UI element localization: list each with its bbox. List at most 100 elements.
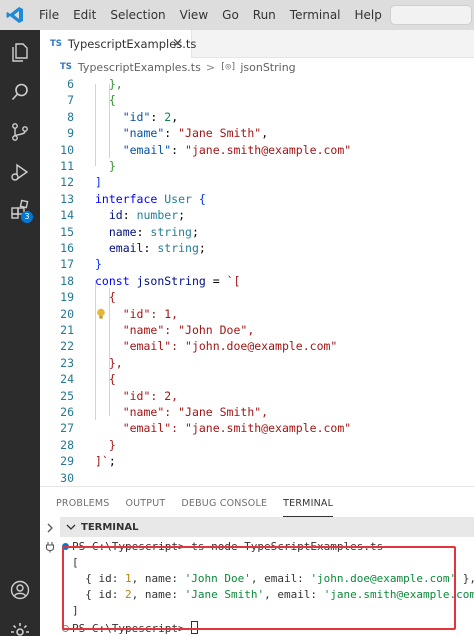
menu-item-help[interactable]: Help <box>348 0 389 30</box>
code-line: 21 "name": "John Doe", <box>40 322 474 338</box>
account-icon[interactable] <box>0 570 40 610</box>
line-number: 6 <box>67 77 74 91</box>
breadcrumb-symbol[interactable]: jsonString <box>240 61 295 74</box>
settings-gear-icon[interactable] <box>0 612 40 636</box>
code-line: 7 { <box>40 92 474 108</box>
code-text: const jsonString = `[ <box>95 273 241 288</box>
line-number: 12 <box>60 175 74 190</box>
tab-output[interactable]: OUTPUT <box>125 487 165 517</box>
command-center-search[interactable] <box>390 5 472 25</box>
line-number: 16 <box>60 241 74 255</box>
menu-item-selection[interactable]: Selection <box>103 0 172 30</box>
code-text: "name": "Jane Smith", <box>122 405 269 419</box>
extensions-badge: 3 <box>21 211 33 223</box>
code-text: "id": 2, <box>122 109 179 124</box>
line-number: 30 <box>60 470 74 485</box>
code-text: "id": 2, <box>122 388 179 403</box>
menu-item-go[interactable]: Go <box>215 0 246 30</box>
terminal-header-label: TERMINAL <box>81 521 139 533</box>
code-line: 30 <box>40 470 474 486</box>
line-number: 18 <box>60 273 74 288</box>
code-text: ]`; <box>95 454 116 469</box>
menu-item-file[interactable]: File <box>32 0 66 30</box>
line-number: 9 <box>67 126 74 141</box>
code-text: "id": 1, <box>122 306 179 321</box>
code-text: id: number; <box>108 208 186 223</box>
code-text: "name": "Jane Smith", <box>122 126 269 141</box>
source-control-icon[interactable] <box>0 112 40 152</box>
line-number: 28 <box>60 437 74 452</box>
tab-typescriptexamples[interactable]: TS TypescriptExamples.ts × <box>40 30 196 58</box>
explorer-icon[interactable] <box>0 32 40 72</box>
code-line: 17} <box>40 256 474 272</box>
code-editor[interactable]: 6 }, 7 {8 "id": 2, 9 "name": "Jane Smith",… <box>40 76 474 534</box>
line-number: 15 <box>60 224 74 239</box>
code-line: 18 const jsonString = `[ <box>40 273 474 289</box>
code-text: { <box>108 290 116 305</box>
code-line: 11 } <box>40 158 474 174</box>
code-line: 14 id: number; <box>40 207 474 223</box>
code-text: "email": "jane.smith@example.com" <box>122 142 352 157</box>
code-text: } <box>95 257 102 272</box>
code-line: 25 "id": 2, <box>40 388 474 404</box>
line-number: 17 <box>60 257 74 272</box>
tab-terminal[interactable]: TERMINAL <box>283 487 334 517</box>
code-text: { <box>108 372 116 387</box>
menu-item-run[interactable]: Run <box>246 0 283 30</box>
code-line: 27 "email": "jane.smith@example.com" <box>40 420 474 436</box>
line-number: 25 <box>60 388 74 403</box>
typescript-file-icon: TS <box>50 39 62 49</box>
line-number: 19 <box>60 290 74 305</box>
output-highlight-box <box>62 546 456 630</box>
line-number: 22 <box>60 339 74 354</box>
code-line: 8 "id": 2, <box>40 109 474 125</box>
menu-item-edit[interactable]: Edit <box>66 0 103 30</box>
line-number: 26 <box>60 405 74 419</box>
line-number: 21 <box>60 323 74 337</box>
breadcrumb-file[interactable]: TypescriptExamples.ts <box>78 61 201 74</box>
code-text: "email": "john.doe@example.com" <box>122 339 338 354</box>
code-line: 10 "email": "jane.smith@example.com" <box>40 142 474 158</box>
code-line: 12] <box>40 174 474 190</box>
code-text: email: string; <box>108 241 206 255</box>
typescript-file-icon: TS <box>60 62 72 72</box>
code-line: 6 }, <box>40 76 474 92</box>
line-number: 29 <box>60 454 74 469</box>
line-number: 10 <box>60 142 74 157</box>
chevron-right-icon[interactable] <box>45 523 55 533</box>
code-text: name: string; <box>108 224 199 239</box>
extensions-icon[interactable]: 3 <box>0 190 40 230</box>
code-text: } <box>108 437 116 452</box>
editor-tab-bar: TS TypescriptExamples.ts × <box>40 30 474 58</box>
close-icon[interactable]: × <box>172 36 183 52</box>
activity-bar: 3 <box>0 30 40 636</box>
tab-problems[interactable]: PROBLEMS <box>56 487 109 517</box>
breadcrumb-separator: > <box>205 60 216 74</box>
code-text: "email": "jane.smith@example.com" <box>122 421 352 436</box>
line-number: 8 <box>67 109 74 124</box>
code-text: }, <box>108 355 123 370</box>
chevron-down-icon[interactable] <box>66 522 76 532</box>
lightbulb-icon[interactable] <box>96 308 106 320</box>
vscode-logo-icon <box>0 0 30 30</box>
menu-item-view[interactable]: View <box>173 0 215 30</box>
code-text: "name": "John Doe", <box>122 323 255 337</box>
run-debug-icon[interactable] <box>0 152 40 192</box>
tab-debug-console[interactable]: DEBUG CONSOLE <box>181 487 267 517</box>
line-number: 11 <box>60 159 74 173</box>
line-number: 23 <box>60 355 74 370</box>
code-line: 23 }, <box>40 355 474 371</box>
variable-symbol-icon: [◎] <box>220 62 237 72</box>
code-text: }, <box>108 77 123 91</box>
search-icon[interactable] <box>0 72 40 112</box>
terminal-section-header[interactable]: TERMINAL <box>60 517 474 537</box>
code-line: 26 "name": "Jane Smith", <box>40 404 474 420</box>
menu-item-terminal[interactable]: Terminal <box>283 0 348 30</box>
menu-bar: File Edit Selection View Go Run Terminal Help <box>30 0 389 30</box>
code-line: 22 "email": "john.doe@example.com" <box>40 338 474 354</box>
plug-icon[interactable] <box>44 541 56 553</box>
line-number: 20 <box>60 306 74 321</box>
code-text: interface User { <box>95 191 206 206</box>
line-number: 24 <box>60 372 74 387</box>
code-text: } <box>108 159 116 173</box>
